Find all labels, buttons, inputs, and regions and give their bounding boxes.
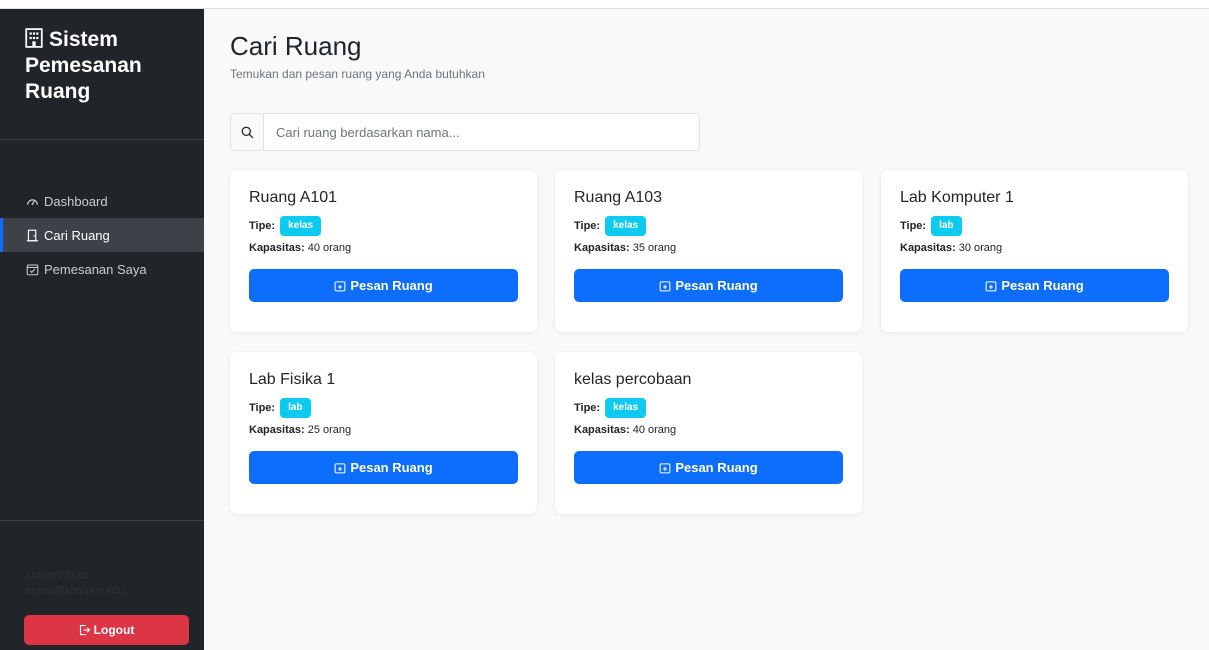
sidebar-item-label: Pemesanan Saya <box>44 261 147 277</box>
capacity-value: 35 orang <box>632 242 677 254</box>
room-type: Tipe: kelas <box>574 398 647 418</box>
sidebar-item-pemesanan-saya[interactable]: Pemesanan Saya <box>0 252 204 286</box>
book-label: Pesan Ruang <box>1001 278 1084 293</box>
capacity-value: 25 orang <box>307 424 352 436</box>
capacity-label: Kapasitas: <box>249 424 305 436</box>
type-badge: lab <box>931 216 962 236</box>
book-room-button[interactable]: Pesan Ruang <box>900 269 1169 302</box>
sidebar-item-label: Dashboard <box>44 193 108 209</box>
type-badge: kelas <box>605 398 647 418</box>
logout-icon <box>79 624 90 636</box>
user-name: Logged in as <box>26 569 89 581</box>
room-card: Lab Komputer 1 Tipe: lab Kapasitas: 30 or… <box>881 170 1188 332</box>
room-type: Tipe: lab <box>900 216 962 236</box>
room-type: Tipe: kelas <box>249 216 322 236</box>
room-card: Lab Fisika 1 Tipe: lab Kapasitas: 25 oran… <box>230 352 537 514</box>
main-content: Cari Ruang Temukan dan pesan ruang yang … <box>204 9 1209 650</box>
capacity-label: Kapasitas: <box>574 242 630 254</box>
sidebar-item-label: Cari Ruang <box>44 227 110 243</box>
type-label: Tipe: <box>574 402 601 414</box>
calendar-plus-icon <box>985 280 997 291</box>
type-label: Tipe: <box>900 220 927 232</box>
type-badge: kelas <box>605 216 647 236</box>
user-email: siswa@kampus.edu <box>26 585 125 597</box>
room-type: Tipe: lab <box>249 398 311 418</box>
room-name: Lab Komputer 1 <box>900 189 1014 206</box>
door-icon <box>26 229 39 241</box>
calendar-check-icon <box>26 264 39 275</box>
calendar-plus-icon <box>334 462 346 473</box>
logout-button[interactable]: Logout <box>24 615 189 645</box>
capacity-label: Kapasitas: <box>900 242 956 254</box>
calendar-plus-icon <box>334 280 346 291</box>
room-card: Ruang A103 Tipe: kelas Kapasitas: 35 oran… <box>555 170 862 332</box>
sidebar-footer: Logged in as siswa@kampus.edu Logout <box>0 520 204 650</box>
room-name: kelas percobaan <box>574 371 692 388</box>
room-name: Ruang A101 <box>249 189 338 206</box>
capacity-label: Kapasitas: <box>249 242 305 254</box>
logout-label: Logout <box>93 623 135 637</box>
book-label: Pesan Ruang <box>675 460 758 475</box>
page-subtitle: Temukan dan pesan ruang yang Anda butuhk… <box>230 67 485 81</box>
capacity-value: 40 orang <box>307 242 352 254</box>
top-border <box>0 0 1209 9</box>
book-room-button[interactable]: Pesan Ruang <box>574 451 843 484</box>
type-label: Tipe: <box>249 402 276 414</box>
book-label: Pesan Ruang <box>350 460 433 475</box>
capacity-value: 40 orang <box>632 424 677 436</box>
speedometer-icon <box>27 198 38 205</box>
user-info: Logged in as siswa@kampus.edu <box>26 567 125 599</box>
room-capacity: Kapasitas: 30 orang <box>900 242 1002 254</box>
sidebar: Sistem Pemesanan Ruang Dashboard Cari Ru… <box>0 9 204 650</box>
book-room-button[interactable]: Pesan Ruang <box>574 269 843 302</box>
page-title: Cari Ruang <box>230 31 362 61</box>
sidebar-item-dashboard[interactable]: Dashboard <box>0 184 204 218</box>
type-badge: lab <box>280 398 311 418</box>
sidebar-item-cari-ruang[interactable]: Cari Ruang <box>0 218 204 252</box>
book-label: Pesan Ruang <box>675 278 758 293</box>
capacity-label: Kapasitas: <box>574 424 630 436</box>
search-input[interactable] <box>264 114 699 150</box>
room-name: Ruang A103 <box>574 189 663 206</box>
book-room-button[interactable]: Pesan Ruang <box>249 451 518 484</box>
room-name: Lab Fisika 1 <box>249 371 336 388</box>
building-icon <box>25 28 43 48</box>
room-capacity: Kapasitas: 25 orang <box>249 424 351 436</box>
room-capacity: Kapasitas: 35 orang <box>574 242 676 254</box>
search-icon <box>231 114 264 150</box>
type-badge: kelas <box>280 216 322 236</box>
type-label: Tipe: <box>249 220 276 232</box>
room-capacity: Kapasitas: 40 orang <box>249 242 351 254</box>
room-card: kelas percobaan Tipe: kelas Kapasitas: 40… <box>555 352 862 514</box>
sidebar-nav: Dashboard Cari Ruang Pemesanan Saya <box>0 184 204 286</box>
room-capacity: Kapasitas: 40 orang <box>574 424 676 436</box>
search-group <box>230 113 700 151</box>
type-label: Tipe: <box>574 220 601 232</box>
book-label: Pesan Ruang <box>350 278 433 293</box>
capacity-value: 30 orang <box>958 242 1003 254</box>
brand: Sistem Pemesanan Ruang <box>0 9 204 140</box>
calendar-plus-icon <box>659 462 671 473</box>
book-room-button[interactable]: Pesan Ruang <box>249 269 518 302</box>
room-card: Ruang A101 Tipe: kelas Kapasitas: 40 oran… <box>230 170 537 332</box>
calendar-plus-icon <box>659 280 671 291</box>
room-type: Tipe: kelas <box>574 216 647 236</box>
